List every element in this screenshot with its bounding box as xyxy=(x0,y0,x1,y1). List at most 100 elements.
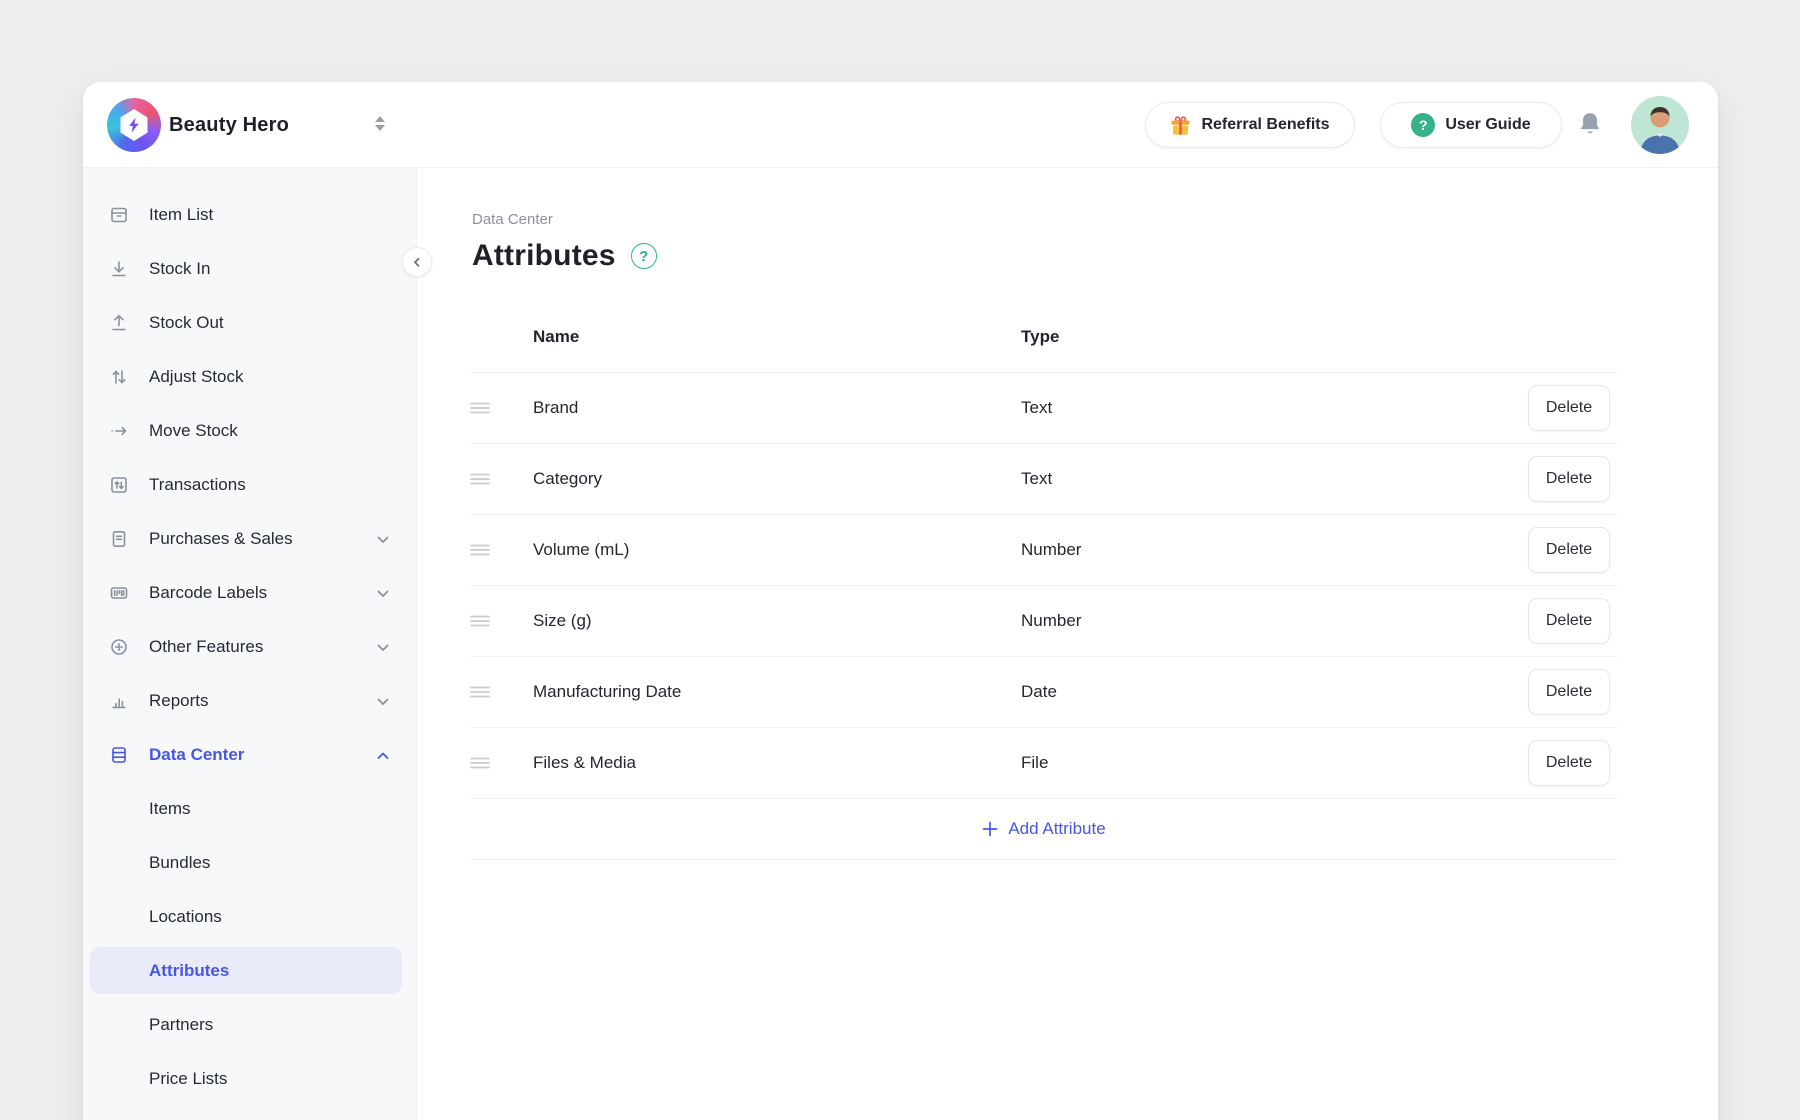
delete-button[interactable]: Delete xyxy=(1528,527,1610,573)
sidebar-item-stock-in[interactable]: Stock In xyxy=(83,242,416,296)
attribute-name: Category xyxy=(533,469,602,489)
referral-benefits-button[interactable]: Referral Benefits xyxy=(1145,102,1355,148)
dot-arrow-right-icon xyxy=(108,420,130,442)
attribute-name: Manufacturing Date xyxy=(533,682,681,702)
attribute-type: Number xyxy=(1021,540,1081,560)
sidebar-item-stock-out[interactable]: Stock Out xyxy=(83,296,416,350)
column-header-type: Type xyxy=(1021,327,1059,347)
attribute-type: File xyxy=(1021,753,1048,773)
sidebar-item-label: Barcode Labels xyxy=(149,583,267,603)
sidebar-collapse-button[interactable] xyxy=(402,247,432,277)
database-icon xyxy=(108,744,130,766)
drag-handle-icon[interactable] xyxy=(470,756,490,770)
chevron-left-icon xyxy=(410,255,424,269)
notifications-bell-icon[interactable] xyxy=(1575,110,1605,140)
add-attribute-label: Add Attribute xyxy=(1008,819,1105,839)
chevron-down-icon xyxy=(376,586,391,601)
sidebar-item-label: Data Center xyxy=(149,745,244,765)
table-row: Files & Media File Delete xyxy=(470,728,1617,799)
workspace-switcher-icon[interactable] xyxy=(375,116,387,134)
sidebar-item-bundles[interactable]: Bundles xyxy=(83,836,416,890)
sidebar-item-partners[interactable]: Partners xyxy=(83,998,416,1052)
sidebar-item-locations[interactable]: Locations xyxy=(83,890,416,944)
delete-button[interactable]: Delete xyxy=(1528,456,1610,502)
table-row: Volume (mL) Number Delete xyxy=(470,515,1617,586)
attribute-type: Text xyxy=(1021,469,1052,489)
referral-benefits-label: Referral Benefits xyxy=(1201,116,1329,134)
attribute-name: Volume (mL) xyxy=(533,540,629,560)
page-title: Attributes xyxy=(472,239,616,273)
chevron-down-icon xyxy=(376,640,391,655)
breadcrumb: Data Center xyxy=(472,211,553,228)
sidebar-item-label: Stock Out xyxy=(149,313,224,333)
attribute-type: Number xyxy=(1021,611,1081,631)
table-row: Category Text Delete xyxy=(470,444,1617,515)
arrow-down-bar-icon xyxy=(108,258,130,280)
sidebar-item-label: Reports xyxy=(149,691,209,711)
sidebar-item-label: Partners xyxy=(149,1015,213,1035)
user-guide-button[interactable]: ? User Guide xyxy=(1380,102,1562,148)
plus-icon xyxy=(981,820,999,838)
question-circle-icon: ? xyxy=(1411,113,1435,137)
barcode-icon xyxy=(108,582,130,604)
help-icon[interactable]: ? xyxy=(631,243,657,269)
attributes-table: Name Type Brand Text Delete Category Tex… xyxy=(470,302,1617,860)
delete-button[interactable]: Delete xyxy=(1528,740,1610,786)
attribute-name: Files & Media xyxy=(533,753,636,773)
user-guide-label: User Guide xyxy=(1445,116,1530,134)
sidebar-item-label: Price Lists xyxy=(149,1069,227,1089)
package-box-icon xyxy=(108,204,130,226)
sidebar-item-label: Stock In xyxy=(149,259,210,279)
sidebar-item-price-lists[interactable]: Price Lists xyxy=(83,1052,416,1106)
sidebar-item-data-center[interactable]: Data Center xyxy=(83,728,416,782)
sidebar-item-move-stock[interactable]: Move Stock xyxy=(83,404,416,458)
drag-handle-icon[interactable] xyxy=(470,472,490,486)
bar-chart-icon xyxy=(108,690,130,712)
sidebar-item-adjust-stock[interactable]: Adjust Stock xyxy=(83,350,416,404)
delete-button[interactable]: Delete xyxy=(1528,669,1610,715)
chevron-down-icon xyxy=(376,532,391,547)
arrows-up-down-icon xyxy=(108,366,130,388)
workspace-name: Beauty Hero xyxy=(169,82,289,168)
attribute-type: Date xyxy=(1021,682,1057,702)
delete-button[interactable]: Delete xyxy=(1528,385,1610,431)
sidebar-item-transactions[interactable]: Transactions xyxy=(83,458,416,512)
arrow-up-bar-icon xyxy=(108,312,130,334)
sidebar-item-label: Items xyxy=(149,799,191,819)
table-header: Name Type xyxy=(470,302,1617,373)
sidebar-item-label: Adjust Stock xyxy=(149,367,244,387)
main-content: Data Center Attributes ? Name Type Brand… xyxy=(417,168,1718,1120)
sidebar-item-label: Purchases & Sales xyxy=(149,529,293,549)
sidebar-item-label: Transactions xyxy=(149,475,246,495)
table-row: Brand Text Delete xyxy=(470,373,1617,444)
column-header-name: Name xyxy=(533,327,579,347)
document-icon xyxy=(108,528,130,550)
drag-handle-icon[interactable] xyxy=(470,685,490,699)
drag-handle-icon[interactable] xyxy=(470,401,490,415)
attribute-name: Brand xyxy=(533,398,578,418)
sidebar-item-purchases-sales[interactable]: Purchases & Sales xyxy=(83,512,416,566)
sidebar-item-label: Move Stock xyxy=(149,421,238,441)
user-avatar[interactable] xyxy=(1631,96,1689,154)
sidebar-item-reports[interactable]: Reports xyxy=(83,674,416,728)
drag-handle-icon[interactable] xyxy=(470,543,490,557)
gift-icon xyxy=(1170,115,1191,136)
add-attribute-button[interactable]: Add Attribute xyxy=(470,799,1617,860)
table-row: Size (g) Number Delete xyxy=(470,586,1617,657)
attribute-name: Size (g) xyxy=(533,611,592,631)
delete-button[interactable]: Delete xyxy=(1528,598,1610,644)
sidebar-item-label: Item List xyxy=(149,205,213,225)
sidebar-nav: Item List Stock In Stock Out Adjust Stoc… xyxy=(83,168,417,1120)
chevron-up-icon xyxy=(376,748,391,763)
drag-handle-icon[interactable] xyxy=(470,614,490,628)
app-logo xyxy=(107,98,161,152)
sidebar-item-attributes[interactable]: Attributes xyxy=(83,944,416,998)
sidebar-item-barcode-labels[interactable]: Barcode Labels xyxy=(83,566,416,620)
chevron-down-icon xyxy=(376,694,391,709)
sidebar-item-items[interactable]: Items xyxy=(83,782,416,836)
sidebar-item-label: Bundles xyxy=(149,853,210,873)
sidebar-item-other-features[interactable]: Other Features xyxy=(83,620,416,674)
sidebar-item-item-list[interactable]: Item List xyxy=(83,188,416,242)
plus-circle-icon xyxy=(108,636,130,658)
app-window: Beauty Hero Referral Benefits ? User Gui… xyxy=(83,82,1718,1120)
